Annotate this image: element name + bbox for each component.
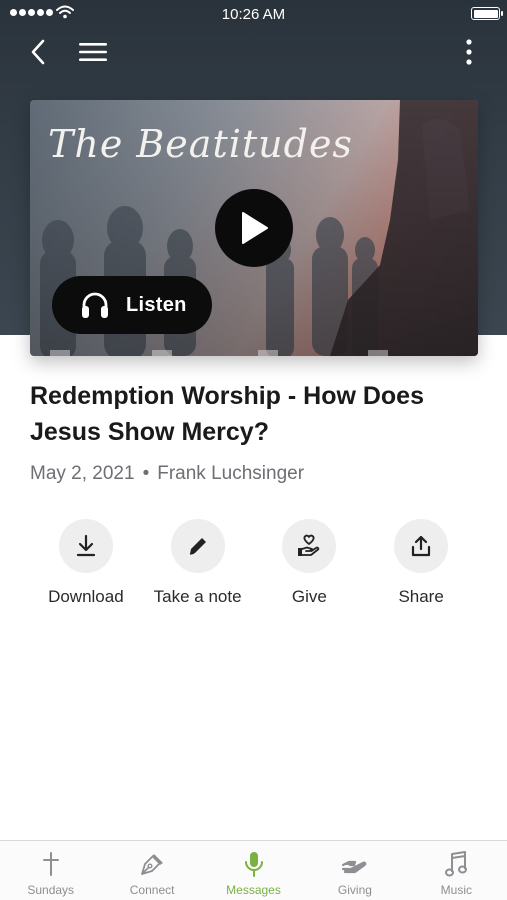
give-button[interactable]: Give bbox=[254, 519, 366, 607]
meta-separator: • bbox=[142, 463, 150, 484]
tab-music-label: Music bbox=[440, 883, 472, 897]
action-row: Download Take a note Give Share bbox=[30, 519, 477, 607]
tab-connect[interactable]: Connect bbox=[101, 841, 202, 900]
music-note-icon bbox=[444, 850, 468, 878]
sermon-meta: May 2, 2021 • Frank Luchsinger bbox=[30, 463, 304, 485]
pencil-icon bbox=[189, 538, 206, 555]
share-label: Share bbox=[398, 587, 444, 606]
more-options-button[interactable] bbox=[455, 36, 483, 68]
take-note-button[interactable]: Take a note bbox=[142, 519, 254, 607]
menu-button[interactable] bbox=[76, 36, 110, 68]
take-note-label: Take a note bbox=[153, 587, 242, 606]
share-icon bbox=[412, 535, 431, 557]
download-button[interactable]: Download bbox=[30, 519, 142, 607]
sermon-date: May 2, 2021 bbox=[30, 463, 135, 484]
download-button-circle[interactable] bbox=[58, 519, 113, 573]
pen-nib-icon bbox=[138, 850, 166, 878]
hamburger-menu-icon bbox=[79, 43, 107, 61]
download-icon bbox=[76, 534, 95, 557]
tab-music[interactable]: Music bbox=[406, 841, 507, 900]
tab-giving-label: Giving bbox=[337, 883, 372, 897]
headphones-icon bbox=[82, 292, 108, 318]
tab-messages[interactable]: Messages bbox=[203, 841, 304, 900]
tab-giving[interactable]: Giving bbox=[304, 841, 405, 900]
tab-messages-label: Messages bbox=[226, 883, 281, 897]
giving-hand-icon bbox=[341, 850, 369, 878]
status-time: 10:26 AM bbox=[221, 6, 286, 23]
sermon-speaker[interactable]: Frank Luchsinger bbox=[157, 463, 304, 485]
listen-label: Listen bbox=[126, 293, 187, 316]
listen-button[interactable]: Listen bbox=[52, 276, 212, 334]
tab-bar: Sundays Connect Messages Giving Music bbox=[0, 840, 507, 900]
vertical-ellipsis-icon bbox=[466, 39, 472, 65]
tab-sundays-label: Sundays bbox=[27, 883, 75, 897]
battery-icon bbox=[471, 7, 503, 20]
video-thumbnail[interactable]: The Beatitudes Listen bbox=[30, 100, 478, 356]
tab-connect-label: Connect bbox=[129, 883, 175, 897]
status-bar: 10:26 AM bbox=[0, 0, 507, 28]
sermon-title: Redemption Worship - How Does Jesus Show… bbox=[30, 382, 424, 446]
video-overlay-title: The Beatitudes bbox=[48, 122, 353, 166]
give-button-circle[interactable] bbox=[282, 519, 337, 573]
play-button[interactable] bbox=[215, 189, 293, 267]
give-label: Give bbox=[291, 587, 327, 606]
microphone-icon bbox=[243, 850, 265, 878]
take-note-button-circle[interactable] bbox=[170, 519, 225, 573]
download-label: Download bbox=[48, 587, 124, 606]
share-button-circle[interactable] bbox=[394, 519, 449, 573]
cross-icon bbox=[41, 850, 61, 878]
give-hand-heart-icon bbox=[298, 534, 320, 556]
share-button[interactable]: Share bbox=[365, 519, 477, 607]
chevron-left-icon bbox=[31, 39, 45, 65]
play-icon bbox=[242, 212, 268, 244]
tab-sundays[interactable]: Sundays bbox=[0, 841, 101, 900]
back-button[interactable] bbox=[22, 36, 54, 68]
